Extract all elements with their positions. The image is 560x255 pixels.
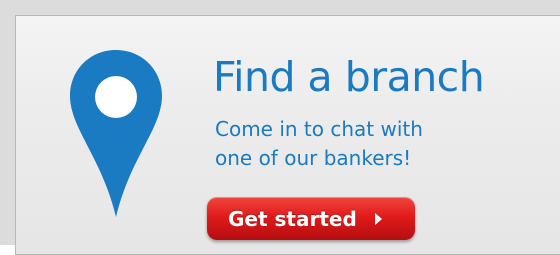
get-started-label: Get started bbox=[228, 206, 357, 231]
chevron-right-icon bbox=[374, 212, 382, 225]
banner-subtitle-line-1: Come in to chat with bbox=[215, 117, 423, 141]
page-frame: Find a branch Come in to chat with one o… bbox=[0, 0, 560, 255]
banner-title: Find a branch bbox=[213, 53, 485, 101]
banner-subtitle: Come in to chat with one of our bankers! bbox=[215, 115, 515, 173]
map-pin-icon bbox=[70, 50, 162, 217]
banner-subtitle-line-2: one of our bankers! bbox=[215, 146, 412, 170]
get-started-button[interactable]: Get started bbox=[207, 197, 415, 240]
find-branch-banner[interactable]: Find a branch Come in to chat with one o… bbox=[15, 15, 560, 255]
